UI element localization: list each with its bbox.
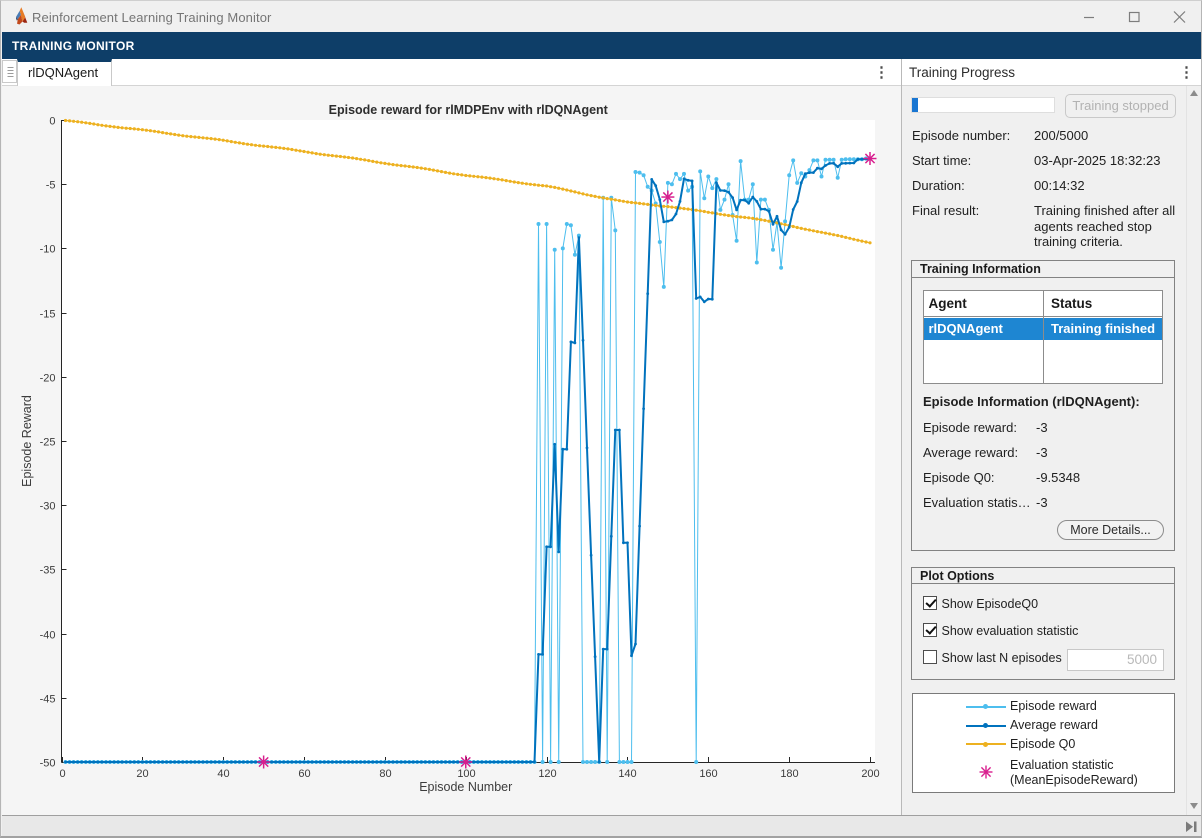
- show-evaluation-statistic-checkbox[interactable]: [923, 623, 937, 637]
- document-tab-bar: rlDQNAgent ⋮ Training Progress ⋮: [2, 59, 1201, 86]
- svg-text:Episode Reward: Episode Reward: [20, 395, 34, 487]
- average-reward-value: -3: [1036, 445, 1048, 460]
- episode-number-value: 200/5000: [1034, 128, 1176, 143]
- legend-label-average-reward: Average reward: [1010, 718, 1098, 732]
- final-result-value: Training finished after all agents reach…: [1034, 203, 1176, 250]
- scroll-up-icon[interactable]: [1190, 90, 1198, 96]
- svg-text:Episode Number: Episode Number: [419, 780, 512, 794]
- episode-information-title: Episode Information (rlDQNAgent):: [923, 394, 1140, 409]
- toolstrip-bar: TRAINING MONITOR: [2, 32, 1201, 59]
- episode-reward-chart[interactable]: Episode reward for rlMDPEnv with rlDQNAg…: [2, 86, 901, 815]
- more-details-button[interactable]: More Details...: [1057, 520, 1164, 540]
- svg-text:-35: -35: [40, 565, 56, 577]
- episode-q0-label: Episode Q0:: [923, 470, 995, 485]
- window-title: Reinforcement Learning Training Monitor: [32, 10, 271, 25]
- svg-text:60: 60: [298, 768, 310, 780]
- svg-text:100: 100: [457, 768, 475, 780]
- legend-line-episode-q0: [966, 743, 1006, 745]
- plot-options-group: Plot Options Show EpisodeQ0 Show evaluat…: [911, 567, 1175, 680]
- skip-to-end-icon[interactable]: [1186, 821, 1198, 833]
- episode-number-label: Episode number:: [912, 128, 1010, 143]
- matlab-logo-icon: [16, 7, 28, 26]
- panel-actions-menu-icon[interactable]: ⋮: [1179, 64, 1193, 82]
- episode-reward-label: Episode reward:: [923, 420, 1017, 435]
- svg-text:-45: -45: [40, 694, 56, 706]
- last-n-episodes-input[interactable]: 5000: [1067, 649, 1164, 671]
- episode-q0-value: -9.5348: [1036, 470, 1080, 485]
- duration-value: 00:14:32: [1034, 178, 1176, 193]
- show-last-n-episodes-label: Show last N episodes: [942, 651, 1062, 665]
- training-progress-bar: [911, 97, 1055, 113]
- svg-text:0: 0: [59, 768, 65, 780]
- svg-text:-20: -20: [40, 373, 56, 385]
- show-episodeq0-label: Show EpisodeQ0: [942, 597, 1039, 611]
- progress-fill: [912, 98, 918, 112]
- svg-text:-10: -10: [40, 244, 56, 256]
- svg-text:80: 80: [379, 768, 391, 780]
- app-window: Reinforcement Learning Training Monitor …: [0, 0, 1202, 838]
- col-status: Status: [1051, 296, 1092, 311]
- show-evaluation-statistic-label: Show evaluation statistic: [942, 624, 1079, 638]
- start-time-label: Start time:: [912, 153, 971, 168]
- legend-label-episode-q0: Episode Q0: [1010, 737, 1075, 751]
- svg-text:120: 120: [538, 768, 556, 780]
- evaluation-statistic-label: Evaluation statis…: [923, 495, 1031, 510]
- svg-text:Episode reward for rlMDPEnv wi: Episode reward for rlMDPEnv with rlDQNAg…: [329, 103, 609, 117]
- svg-text:40: 40: [217, 768, 229, 780]
- training-chart-figure: Episode reward for rlMDPEnv with rlDQNAg…: [2, 86, 901, 815]
- maximize-button[interactable]: [1119, 2, 1149, 32]
- figure-actions-menu-icon[interactable]: ⋮: [874, 64, 888, 82]
- legend-asterisk-icon: [978, 764, 994, 780]
- panel-scrollbar[interactable]: [1186, 86, 1201, 815]
- svg-text:200: 200: [861, 768, 879, 780]
- legend-label-episode-reward: Episode reward: [1010, 699, 1097, 713]
- legend-line-episode-reward: [966, 706, 1006, 708]
- tab-group-handle[interactable]: [2, 60, 17, 83]
- svg-text:-25: -25: [40, 437, 56, 449]
- agent-status-table[interactable]: Agent Status rlDQNAgent Training finishe…: [923, 290, 1163, 384]
- plot-options-title: Plot Options: [920, 569, 994, 583]
- svg-text:-40: -40: [40, 630, 56, 642]
- training-stopped-button[interactable]: Training stopped: [1065, 94, 1176, 118]
- show-last-n-episodes-checkbox[interactable]: [923, 650, 937, 664]
- duration-label: Duration:: [912, 178, 965, 193]
- legend-label-evaluation-statistic: Evaluation statistic (MeanEpisodeReward): [1010, 758, 1138, 788]
- svg-text:140: 140: [618, 768, 636, 780]
- final-result-label: Final result:: [912, 203, 979, 218]
- training-progress-panel: Training stopped Episode number: 200/500…: [902, 86, 1202, 815]
- panel-title: Training Progress: [909, 65, 1015, 80]
- average-reward-label: Average reward:: [923, 445, 1018, 460]
- chart-legend: Episode reward Average reward Episode Q0…: [912, 693, 1175, 793]
- svg-text:20: 20: [136, 768, 148, 780]
- show-episodeq0-checkbox[interactable]: [923, 596, 937, 610]
- legend-line-average-reward: [966, 725, 1006, 727]
- cell-status: Training finished: [1051, 321, 1155, 336]
- grip-icon: [7, 67, 15, 78]
- evaluation-statistic-value: -3: [1036, 495, 1048, 510]
- start-time-value: 03-Apr-2025 18:32:23: [1034, 153, 1176, 168]
- svg-text:-30: -30: [40, 501, 56, 513]
- episode-reward-value: -3: [1036, 420, 1048, 435]
- training-information-title: Training Information: [920, 262, 1041, 276]
- cell-agent: rlDQNAgent: [929, 321, 1003, 336]
- svg-text:160: 160: [699, 768, 717, 780]
- toolstrip-tab-training-monitor[interactable]: TRAINING MONITOR: [12, 39, 135, 53]
- close-button[interactable]: [1164, 2, 1194, 32]
- svg-text:0: 0: [49, 116, 55, 128]
- col-agent: Agent: [929, 296, 967, 311]
- svg-text:180: 180: [780, 768, 798, 780]
- status-bar: [2, 815, 1201, 837]
- tab-rldqnagent[interactable]: rlDQNAgent: [17, 59, 112, 86]
- minimize-button[interactable]: [1074, 2, 1104, 32]
- svg-text:-5: -5: [46, 180, 56, 192]
- scroll-down-icon[interactable]: [1190, 803, 1198, 809]
- tab-label: rlDQNAgent: [28, 65, 98, 80]
- svg-text:-15: -15: [40, 309, 56, 321]
- svg-text:-50: -50: [40, 758, 56, 770]
- window-titlebar[interactable]: Reinforcement Learning Training Monitor: [2, 2, 1201, 32]
